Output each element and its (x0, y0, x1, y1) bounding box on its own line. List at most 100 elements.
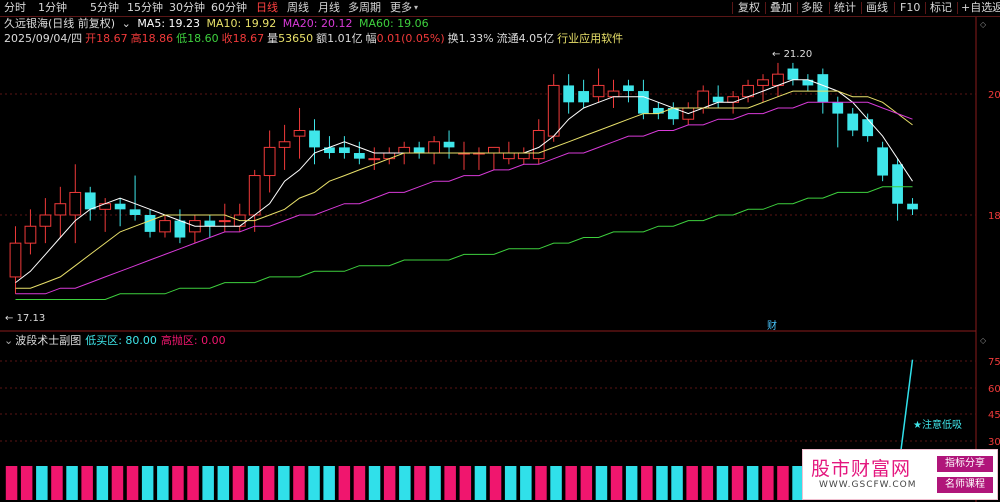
candle (353, 141, 365, 165)
candle-body (563, 85, 575, 103)
subchart-bar (429, 466, 441, 500)
finance-marker[interactable]: 财 (767, 319, 777, 332)
candle-body (517, 152, 530, 160)
diamond-icon[interactable]: ◇ (980, 336, 987, 345)
subchart-bar (625, 466, 638, 500)
candle (458, 141, 470, 170)
sub-axis-label-30: 30 (988, 437, 1000, 448)
candle (248, 169, 261, 232)
candle (443, 130, 455, 159)
candle-body (339, 147, 350, 154)
subchart-bar (172, 466, 184, 500)
candle-body (413, 147, 425, 154)
subchart-bar (535, 466, 547, 500)
candle-body (802, 79, 814, 86)
subchart-bar (353, 466, 366, 500)
ma-lines-group (15, 79, 913, 300)
candle (532, 119, 545, 165)
candle-body (114, 203, 126, 210)
candle-body (862, 119, 874, 137)
subchart-bar (20, 466, 33, 500)
diamond-icon[interactable]: ◇ (980, 20, 987, 29)
candle (39, 198, 52, 244)
candle (9, 226, 22, 294)
candle-body (697, 90, 710, 109)
candle-body (727, 96, 739, 103)
candle-body (607, 90, 620, 98)
candle-body (428, 141, 440, 154)
candle-body (159, 220, 171, 233)
subchart-bar (444, 466, 456, 500)
watermark-badge-indicator: 指标分享 (937, 456, 993, 472)
candle (563, 74, 575, 114)
candle-body (129, 209, 141, 215)
candle-body (817, 74, 829, 103)
subchart-bar (474, 466, 487, 500)
candle-body (263, 146, 276, 177)
candle-body (383, 152, 396, 160)
candle-body (368, 158, 381, 161)
candle-body (54, 203, 67, 216)
watermark-title: 股市财富网 (811, 458, 912, 480)
candle (877, 141, 889, 182)
subchart-bar (383, 466, 396, 500)
candle-body (293, 129, 306, 137)
candle (578, 79, 589, 108)
subchart-bar (671, 466, 683, 500)
ma-line-ma20 (15, 101, 913, 295)
subchart-bar (641, 466, 653, 500)
candle-body (547, 84, 560, 137)
subchart-bar (323, 466, 335, 500)
subchart-bar (5, 466, 18, 500)
subchart-bar (232, 466, 245, 500)
candle-body (638, 91, 649, 114)
candle (607, 79, 620, 108)
subchart-title[interactable]: 波段术士副图 (15, 334, 81, 347)
candle-body (592, 84, 605, 98)
candle (339, 136, 350, 159)
subchart-bar (36, 466, 48, 500)
ma-line-ma5 (15, 79, 913, 283)
subchart-bar (731, 466, 744, 500)
subchart-bar (504, 466, 517, 500)
chevron-down-icon[interactable]: ⌄ (4, 334, 13, 347)
candle (159, 214, 171, 238)
sell-zone-label: 高抛区: 0.00 (160, 334, 226, 347)
candle (129, 175, 141, 221)
candle-body (353, 153, 365, 159)
candle (218, 203, 231, 232)
low-buy-note: ★注意低吸 (913, 418, 962, 431)
candle-body (847, 113, 859, 131)
axis-label-18: 18 (988, 211, 1000, 222)
buy-zone-label: 低买区: 80.00 (85, 334, 157, 347)
watermark-badge-course: 名师课程 (937, 477, 993, 493)
candle-body (309, 130, 320, 148)
chart-grid (0, 17, 977, 502)
subchart-bar (580, 466, 593, 500)
candle (174, 209, 186, 244)
subchart-bar (338, 466, 351, 500)
candle (263, 130, 276, 193)
kline-chart[interactable]: 20 18 75 60 45 30 ◇ ◇ ← 21.20 ← 17.13 财 … (0, 0, 1000, 502)
subchart-bar (187, 466, 199, 500)
candle (757, 74, 769, 103)
subchart-bar (459, 466, 472, 500)
candle (24, 209, 37, 255)
candle-body (907, 203, 918, 210)
subchart-bar (81, 466, 93, 500)
subchart-bar (762, 466, 774, 500)
candle (84, 186, 96, 221)
candle (787, 62, 799, 86)
subchart-bar (595, 466, 608, 500)
candle (69, 164, 82, 244)
subchart-bar (202, 466, 214, 500)
subchart-bar (686, 466, 698, 500)
candle-body (204, 220, 216, 227)
subchart-bar (565, 466, 577, 500)
candle-body (324, 147, 335, 154)
candle (293, 107, 306, 159)
candle (488, 146, 500, 170)
candle-body (278, 141, 291, 148)
candle-body (398, 146, 411, 154)
candle-body (712, 96, 724, 103)
